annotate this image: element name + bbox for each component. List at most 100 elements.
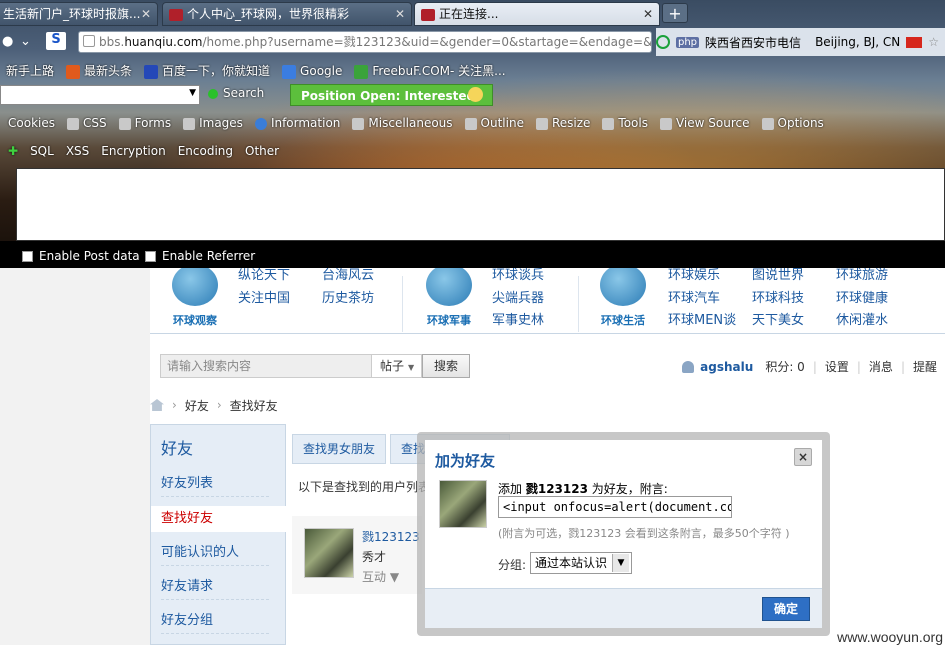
home-icon[interactable]	[150, 399, 164, 411]
nav-link[interactable]: 尖端兵器	[492, 287, 544, 306]
search-type-select[interactable]: 帖子	[372, 354, 422, 378]
search-engine-icon[interactable]: S	[46, 32, 66, 50]
close-icon[interactable]: ×	[794, 448, 812, 466]
bookmark-item[interactable]: 最新头条	[66, 60, 132, 82]
toolbar-css[interactable]: CSS	[66, 112, 107, 134]
menu-sql[interactable]: SQL	[30, 140, 54, 162]
webdev-toolbar: Cookies CSS Forms Images Information Mis…	[0, 112, 824, 134]
bookmark-item[interactable]: 新手上路	[6, 60, 54, 82]
toolbar-information[interactable]: Information	[254, 112, 340, 134]
sidebar-item-may-know[interactable]: 可能认识的人	[161, 540, 269, 566]
observe-icon[interactable]	[172, 268, 218, 306]
new-tab-button[interactable]: +	[662, 3, 688, 23]
toolbar-outline[interactable]: Outline	[464, 112, 524, 134]
url-input[interactable]: bbs.huanqiu.com/home.php?username=戮12312…	[78, 31, 652, 53]
nav-link[interactable]: 关注中国	[238, 287, 290, 306]
search-button[interactable]: 搜索	[422, 354, 470, 378]
nav-link[interactable]: 环球健康	[836, 287, 888, 306]
toolbar-label: Outline	[480, 116, 524, 130]
view-source-icon	[659, 117, 672, 130]
star-icon[interactable]: ☆	[928, 35, 939, 49]
toolbar-cookies[interactable]: Cookies	[8, 112, 55, 134]
group-value: 通过本站认识	[535, 556, 608, 570]
position-open-button[interactable]: Position Open: Interested?	[290, 84, 494, 106]
back-icon[interactable]: ●	[2, 34, 13, 49]
nav-link[interactable]: 环球旅游	[836, 268, 888, 283]
menu-xss[interactable]: XSS	[66, 140, 89, 162]
nav-link[interactable]: 图说世界	[752, 268, 804, 283]
hackbar-search[interactable]: Search	[208, 86, 264, 100]
search-input[interactable]: 请输入搜索内容	[160, 354, 372, 378]
menu-other[interactable]: Other	[245, 140, 279, 162]
result-rank: 秀才	[362, 550, 387, 564]
hackbar-select[interactable]	[0, 85, 200, 105]
enable-referrer-checkbox[interactable]: Enable Referrer	[145, 249, 255, 263]
menu-encoding[interactable]: Encoding	[178, 140, 233, 162]
messages-link[interactable]: 消息	[869, 358, 893, 375]
toolbar-resize[interactable]: Resize	[535, 112, 591, 134]
nav-link[interactable]: 军事史林	[492, 309, 544, 328]
tab-find-partner[interactable]: 查找男女朋友	[292, 434, 387, 464]
username-link[interactable]: agshalu	[700, 360, 753, 374]
nav-link[interactable]: 纵论天下	[238, 268, 290, 283]
toolbar-view-source[interactable]: View Source	[659, 112, 750, 134]
close-icon[interactable]: ✕	[395, 3, 405, 25]
rss-icon	[66, 64, 81, 79]
search-label: Search	[223, 86, 265, 100]
browser-tab-2[interactable]: 个人中心_环球网，世界很精彩 ✕	[162, 2, 412, 26]
close-icon[interactable]: ✕	[643, 3, 653, 25]
nav-label-observe[interactable]: 环球观察	[160, 312, 230, 328]
toolbar-tools[interactable]: Tools	[602, 112, 648, 134]
nav-link[interactable]: 环球谈兵	[492, 268, 544, 283]
life-icon[interactable]	[600, 268, 646, 306]
military-icon[interactable]	[426, 268, 472, 306]
breadcrumb-friends[interactable]: 好友	[185, 397, 209, 414]
divider: |	[812, 359, 817, 374]
nav-link[interactable]: 历史茶坊	[322, 287, 374, 306]
sidebar-item-requests[interactable]: 好友请求	[161, 574, 269, 600]
toolbar-options[interactable]: Options	[761, 112, 824, 134]
sidebar-item-groups[interactable]: 好友分组	[161, 608, 269, 634]
browser-tab-3[interactable]: 正在连接... ✕	[414, 2, 660, 26]
hackbar-logo-icon: ✚	[8, 144, 19, 158]
bookmark-item[interactable]: FreebuF.COM- 关注黑...	[354, 60, 506, 82]
nav-link[interactable]: 环球娱乐	[668, 268, 720, 283]
toolbar-misc[interactable]: Miscellaneous	[352, 112, 453, 134]
enable-post-checkbox[interactable]: Enable Post data	[22, 249, 140, 263]
toolbar-label: Images	[199, 116, 243, 130]
toolbar-forms[interactable]: Forms	[118, 112, 171, 134]
dropdown-icon[interactable]: ⌄	[20, 34, 31, 49]
hackbar-textarea[interactable]	[16, 168, 945, 241]
target-username: 戮123123	[525, 482, 588, 496]
smiley-icon[interactable]	[468, 87, 483, 102]
add-friend-text: 添加 戮123123 为好友，附言:	[498, 480, 668, 497]
nav-link[interactable]: 环球汽车	[668, 287, 720, 306]
note-input[interactable]: <input onfocus=alert(document.cookie)a	[498, 496, 732, 518]
result-username[interactable]: 戮123123	[362, 528, 420, 545]
toolbar-label: Resize	[551, 116, 591, 130]
group-select[interactable]: 通过本站认识	[530, 552, 632, 574]
interact-dropdown[interactable]: 互动 ▼	[362, 568, 399, 585]
menu-encryption[interactable]: Encryption	[101, 140, 165, 162]
nav-link[interactable]: 休闲灌水	[836, 309, 888, 328]
sidebar-item-find-friends[interactable]: 查找好友	[151, 506, 286, 532]
settings-link[interactable]: 设置	[825, 358, 849, 375]
sidebar-item-friend-list[interactable]: 好友列表	[161, 471, 269, 497]
browser-tab-1[interactable]: 生活新门户_环球时报旗... ✕	[0, 2, 158, 26]
nav-link[interactable]: 环球科技	[752, 287, 804, 306]
nav-link[interactable]: 天下美女	[752, 309, 804, 328]
confirm-button[interactable]: 确定	[762, 597, 810, 621]
nav-link[interactable]: 环球MEN谈	[668, 309, 736, 328]
bookmark-item[interactable]: Google	[282, 60, 342, 82]
close-icon[interactable]: ✕	[141, 3, 151, 25]
tab-title: 个人中心_环球网，世界很精彩	[187, 7, 350, 21]
nav-link[interactable]: 台海风云	[322, 268, 374, 283]
reminders-link[interactable]: 提醒	[913, 358, 937, 375]
bookmark-item[interactable]: 百度一下，你就知道	[144, 60, 270, 82]
refresh-icon[interactable]	[656, 35, 670, 49]
nav-label-life[interactable]: 环球生活	[588, 312, 658, 328]
nav-label-military[interactable]: 环球军事	[414, 312, 484, 328]
breadcrumb-find-friends[interactable]: 查找好友	[230, 397, 278, 414]
toolbar-images[interactable]: Images	[183, 112, 243, 134]
avatar[interactable]	[304, 528, 354, 578]
